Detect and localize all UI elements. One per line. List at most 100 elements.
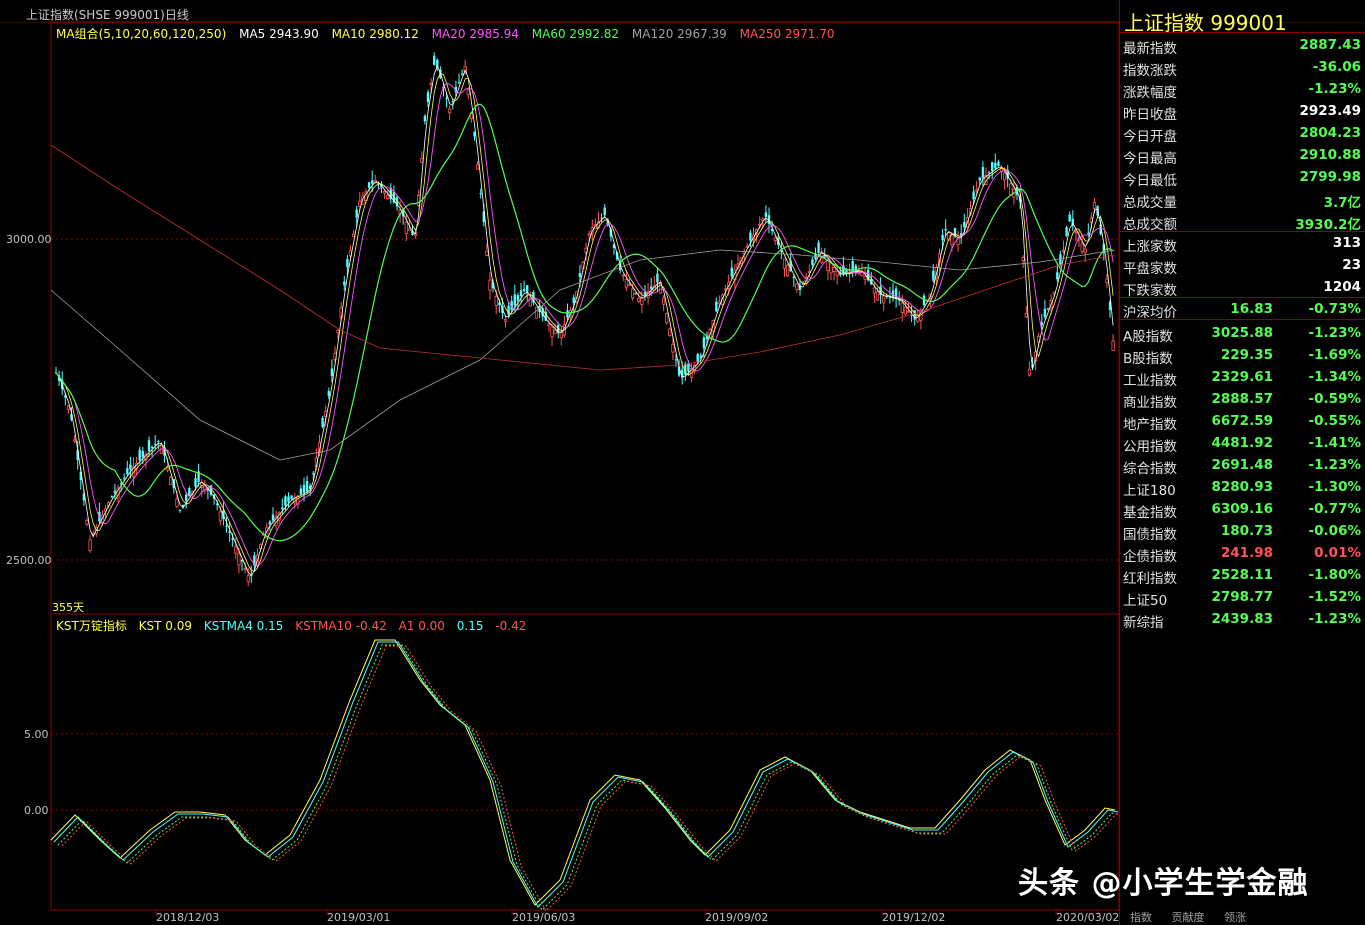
quote-row: 涨跌幅度 -1.23%: [1123, 78, 1363, 101]
index-row[interactable]: 基金指数 6309.16 -0.77%: [1123, 498, 1363, 521]
index-row[interactable]: 商业指数 2888.57 -0.59%: [1123, 388, 1363, 411]
candle-body: [764, 212, 768, 218]
index-row[interactable]: 企债指数 241.98 0.01%: [1123, 542, 1363, 565]
quote-value: 3.7亿: [1323, 195, 1361, 211]
candle-body: [147, 440, 151, 451]
quote-value: 2804.23: [1299, 125, 1362, 141]
quote-row: 最新指数 2887.43: [1123, 34, 1363, 57]
candle-body: [382, 191, 387, 194]
candle-body: [485, 250, 489, 256]
candle-body: [271, 514, 275, 521]
candle-body: [963, 221, 966, 228]
breadth-value: 313: [1332, 235, 1361, 251]
x-axis-ticks: [155, 910, 1099, 915]
quote-value: 2910.88: [1299, 147, 1362, 163]
quote-value: 2799.98: [1299, 169, 1362, 185]
candle-body: [643, 291, 647, 295]
candle-body: [627, 283, 632, 286]
candle-body: [154, 443, 157, 445]
tab-index[interactable]: 指数: [1130, 911, 1152, 924]
candle-body: [169, 477, 173, 486]
quote-value: -36.06: [1312, 59, 1361, 75]
index-row[interactable]: A股指数 3025.88 -1.23%: [1123, 322, 1363, 345]
index-row[interactable]: 红利指数 2528.11 -1.80%: [1123, 564, 1363, 587]
candle-body: [882, 295, 886, 304]
quote-label: 今日最低: [1123, 173, 1177, 189]
ma60-label: MA60 2992.82: [531, 27, 620, 41]
kstma10-line: [61, 645, 1119, 912]
candle-body: [367, 182, 371, 188]
candle-body: [423, 115, 427, 122]
candle-body: [321, 417, 324, 427]
candle-body: [141, 450, 144, 458]
avg-price-label: 沪深均价: [1123, 305, 1177, 321]
index-row[interactable]: 工业指数 2329.61 -1.34%: [1123, 366, 1363, 389]
candle-body: [150, 446, 154, 448]
ma120-line: [50, 249, 1116, 461]
tab-contribution[interactable]: 贡献度: [1172, 911, 1205, 924]
candle-body: [343, 281, 346, 286]
candle-body: [702, 337, 706, 349]
price-axis-label-high: 3000.00: [6, 233, 52, 246]
candle-body: [1061, 249, 1066, 252]
candle-body: [1083, 248, 1087, 253]
index-row[interactable]: 上证180 8280.93 -1.30%: [1123, 476, 1363, 499]
candle-body: [972, 191, 975, 200]
candle-body: [429, 83, 433, 85]
index-row[interactable]: 地产指数 6672.59 -0.55%: [1123, 410, 1363, 433]
ma60-line: [55, 103, 1114, 542]
ma10-label: MA10 2980.12: [331, 27, 419, 41]
quote-label: 涨跌幅度: [1123, 85, 1177, 101]
x-axis-label: 2020/03/02: [1056, 911, 1120, 924]
ma-legend: MA组合(5,10,20,60,120,250) MA5 2943.90 MA1…: [56, 25, 844, 42]
candle-body: [994, 162, 997, 169]
candle-body: [749, 232, 752, 241]
candle-body: [457, 82, 461, 84]
candle-body: [566, 310, 569, 318]
index-value: 241.98: [1220, 545, 1273, 561]
index-change-pct: -1.52%: [1308, 589, 1361, 605]
candle-body: [903, 306, 908, 315]
candle-body: [863, 275, 867, 280]
candle-body: [1027, 368, 1031, 376]
index-row[interactable]: 国债指数 180.73 -0.06%: [1123, 520, 1363, 543]
candle-body: [578, 273, 582, 278]
candle-body: [780, 251, 783, 253]
divider: [1119, 319, 1365, 320]
candle-body: [110, 496, 113, 498]
index-change-pct: -1.80%: [1308, 567, 1361, 583]
candle-body: [243, 568, 247, 571]
candle-body: [640, 297, 644, 305]
candle-body: [1059, 254, 1062, 265]
candle-body: [811, 259, 814, 266]
candle-body: [1056, 272, 1059, 280]
tab-leaders[interactable]: 领涨: [1224, 911, 1246, 924]
index-value: 6309.16: [1211, 501, 1274, 517]
candle-body: [479, 193, 482, 195]
candle-body: [129, 464, 132, 470]
index-row[interactable]: 新综指 2439.83 -1.23%: [1123, 608, 1363, 631]
candle-body: [88, 539, 92, 551]
candle-body: [1074, 231, 1078, 234]
candle-body: [572, 297, 575, 304]
index-value: 2528.11: [1211, 567, 1274, 583]
ma250-label: MA250 2971.70: [739, 27, 835, 41]
index-row[interactable]: 综合指数 2691.48 -1.23%: [1123, 454, 1363, 477]
index-row[interactable]: 上证50 2798.77 -1.52%: [1123, 586, 1363, 609]
candle-body: [1068, 214, 1071, 222]
index-change-pct: -0.06%: [1308, 523, 1361, 539]
ma250-line: [50, 144, 1116, 371]
index-name: A股指数: [1123, 329, 1173, 345]
index-value: 8280.93: [1211, 479, 1274, 495]
index-row[interactable]: 公用指数 4481.92 -1.41%: [1123, 432, 1363, 455]
candle-body: [448, 108, 452, 114]
x-axis-label: 2019/03/01: [327, 911, 391, 924]
candle-body: [550, 326, 554, 338]
index-name: 商业指数: [1123, 395, 1177, 411]
quote-row: 今日开盘 2804.23: [1123, 122, 1363, 145]
kst-value-label: KST 0.09: [138, 619, 193, 633]
price-chart[interactable]: [0, 0, 1119, 925]
index-row[interactable]: B股指数 229.35 -1.69%: [1123, 344, 1363, 367]
sidebar-tabs: 指数 贡献度 领涨: [1130, 909, 1262, 925]
candle-body: [460, 73, 464, 75]
